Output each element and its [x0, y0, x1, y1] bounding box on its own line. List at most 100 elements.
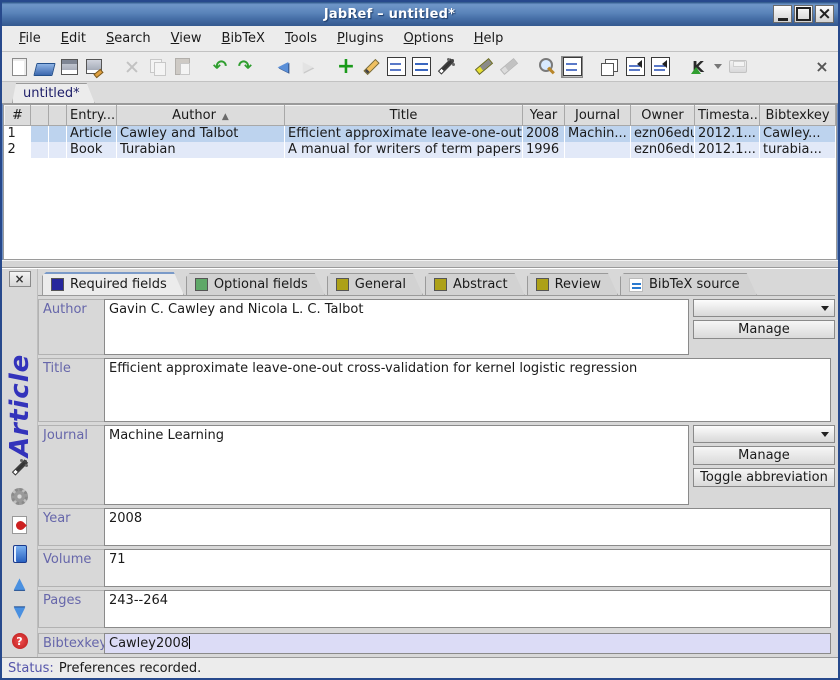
author-field[interactable]: Gavin C. Cawley and Nicola L. C. Talbot	[104, 299, 689, 355]
new-database-icon[interactable]	[8, 56, 30, 78]
table-cell[interactable]: Book	[67, 142, 117, 158]
paste-icon[interactable]	[171, 56, 193, 78]
column-header-author[interactable]: Author▲	[117, 106, 285, 126]
table-cell[interactable]: Article	[67, 126, 117, 142]
gear-icon[interactable]	[10, 486, 30, 506]
push-application-dropdown-icon[interactable]	[712, 56, 724, 78]
pages-field[interactable]: 243--264	[104, 590, 831, 628]
table-cell[interactable]: 1	[5, 126, 31, 142]
unmark-entries-icon[interactable]	[498, 56, 520, 78]
column-header-2[interactable]	[49, 106, 67, 126]
mark-entries-icon[interactable]	[473, 56, 495, 78]
toggle-search-panel-icon[interactable]	[561, 56, 583, 78]
minimize-icon[interactable]	[773, 5, 792, 23]
column-header-owner[interactable]: Owner	[631, 106, 695, 126]
push-to-kile-icon[interactable]	[687, 56, 709, 78]
year-field[interactable]: 2008	[104, 508, 831, 546]
table-cell[interactable]: 2	[5, 142, 31, 158]
tab-optional-fields[interactable]: Optional fields	[186, 273, 325, 295]
column-header-bibtexkey[interactable]: Bibtexkey	[760, 106, 836, 126]
table-cell[interactable]	[49, 142, 67, 158]
cut-icon[interactable]	[121, 56, 143, 78]
tab-bibtex-source[interactable]: BibTeX source	[620, 273, 757, 295]
edit-strings-icon[interactable]	[410, 56, 432, 78]
table-cell[interactable]: Cawley...	[760, 126, 836, 142]
menu-options[interactable]: Options	[395, 28, 463, 49]
column-header-year[interactable]: Year	[523, 106, 565, 126]
move-down-icon[interactable]	[10, 602, 30, 622]
search-icon[interactable]	[536, 56, 558, 78]
forward-icon[interactable]	[297, 56, 319, 78]
author-names-dropdown[interactable]	[693, 299, 835, 317]
close-icon[interactable]: ×	[815, 5, 834, 23]
tab-required-fields[interactable]: Required fields	[42, 272, 184, 295]
table-cell[interactable]: 2008	[523, 126, 565, 142]
table-cell[interactable]: 2012.1...	[695, 126, 760, 142]
table-cell[interactable]: turabia...	[760, 142, 836, 158]
save-all-icon[interactable]	[83, 56, 105, 78]
database-tab[interactable]: untitled*	[12, 83, 95, 103]
table-cell[interactable]	[31, 126, 49, 142]
help-icon[interactable]	[10, 631, 30, 651]
table-cell[interactable]: A manual for writers of term papers...	[285, 142, 523, 158]
toggle-abbreviation-button[interactable]: Toggle abbreviation	[693, 468, 835, 487]
table-cell[interactable]: Efficient approximate leave-one-out...	[285, 126, 523, 142]
tab-general[interactable]: General	[327, 273, 423, 295]
table-row[interactable]: 1 ArticleCawley and TalbotEfficient appro…	[5, 126, 836, 142]
open-database-icon[interactable]	[33, 56, 55, 78]
back-icon[interactable]	[272, 56, 294, 78]
menu-file[interactable]: File	[10, 28, 50, 49]
save-database-icon[interactable]	[58, 56, 80, 78]
column-header--[interactable]: #	[5, 106, 31, 126]
edit-entry-icon[interactable]	[360, 56, 382, 78]
column-header-title[interactable]: Title	[285, 106, 523, 126]
menu-search[interactable]: Search	[97, 28, 160, 49]
column-header-journal[interactable]: Journal	[565, 106, 631, 126]
toolbar-close-icon[interactable]: ×	[812, 57, 832, 76]
table-cell[interactable]: 1996	[523, 142, 565, 158]
move-up-icon[interactable]	[10, 573, 30, 593]
menu-tools[interactable]: Tools	[276, 28, 326, 49]
card-icon[interactable]	[10, 544, 30, 564]
push-to-lyx-icon[interactable]	[624, 56, 646, 78]
undo-icon[interactable]	[209, 56, 231, 78]
menu-help[interactable]: Help	[465, 28, 513, 49]
volume-field[interactable]: 71	[104, 549, 831, 587]
copy-icon[interactable]	[146, 56, 168, 78]
menu-bibtex[interactable]: BibTeX	[213, 28, 274, 49]
table-cell[interactable]: Cawley and Talbot	[117, 126, 285, 142]
close-entry-editor-icon[interactable]: ×	[9, 271, 31, 287]
title-field[interactable]: Efficient approximate leave-one-out cros…	[104, 358, 831, 422]
menu-plugins[interactable]: Plugins	[328, 28, 393, 49]
table-cell[interactable]: 2012.1...	[695, 142, 760, 158]
journal-field[interactable]: Machine Learning	[104, 425, 689, 505]
table-cell[interactable]: Machin...	[565, 126, 631, 142]
new-subdatabase-icon[interactable]	[599, 56, 621, 78]
pdf-icon[interactable]	[10, 515, 30, 535]
column-header-1[interactable]	[31, 106, 49, 126]
bibtexkey-field[interactable]: Cawley2008	[104, 633, 831, 654]
table-cell[interactable]	[49, 126, 67, 142]
table-cell[interactable]: ezn06edu	[631, 126, 695, 142]
manage-journals-button[interactable]: Manage	[693, 446, 835, 465]
table-cell[interactable]: ezn06edu	[631, 142, 695, 158]
journal-names-dropdown[interactable]	[693, 425, 835, 443]
maximize-icon[interactable]	[794, 5, 813, 23]
table-cell[interactable]: Turabian	[117, 142, 285, 158]
wizard-icon[interactable]	[10, 457, 30, 477]
menu-edit[interactable]: Edit	[52, 28, 95, 49]
table-row[interactable]: 2 BookTurabianA manual for writers of ter…	[5, 142, 836, 158]
table-cell[interactable]	[565, 142, 631, 158]
column-header-entry-[interactable]: Entry...	[67, 106, 117, 126]
manage-authors-button[interactable]: Manage	[693, 320, 835, 339]
redo-icon[interactable]	[234, 56, 256, 78]
splitter-handle[interactable]	[2, 260, 838, 268]
cleanup-wizard-icon[interactable]	[435, 56, 457, 78]
push-to-winedt-icon[interactable]	[649, 56, 671, 78]
column-header-timesta-[interactable]: Timesta...	[695, 106, 760, 126]
tab-abstract[interactable]: Abstract	[425, 273, 525, 295]
menu-view[interactable]: View	[162, 28, 211, 49]
print-icon[interactable]	[727, 56, 749, 78]
tab-review[interactable]: Review	[527, 273, 618, 295]
table-cell[interactable]	[31, 142, 49, 158]
